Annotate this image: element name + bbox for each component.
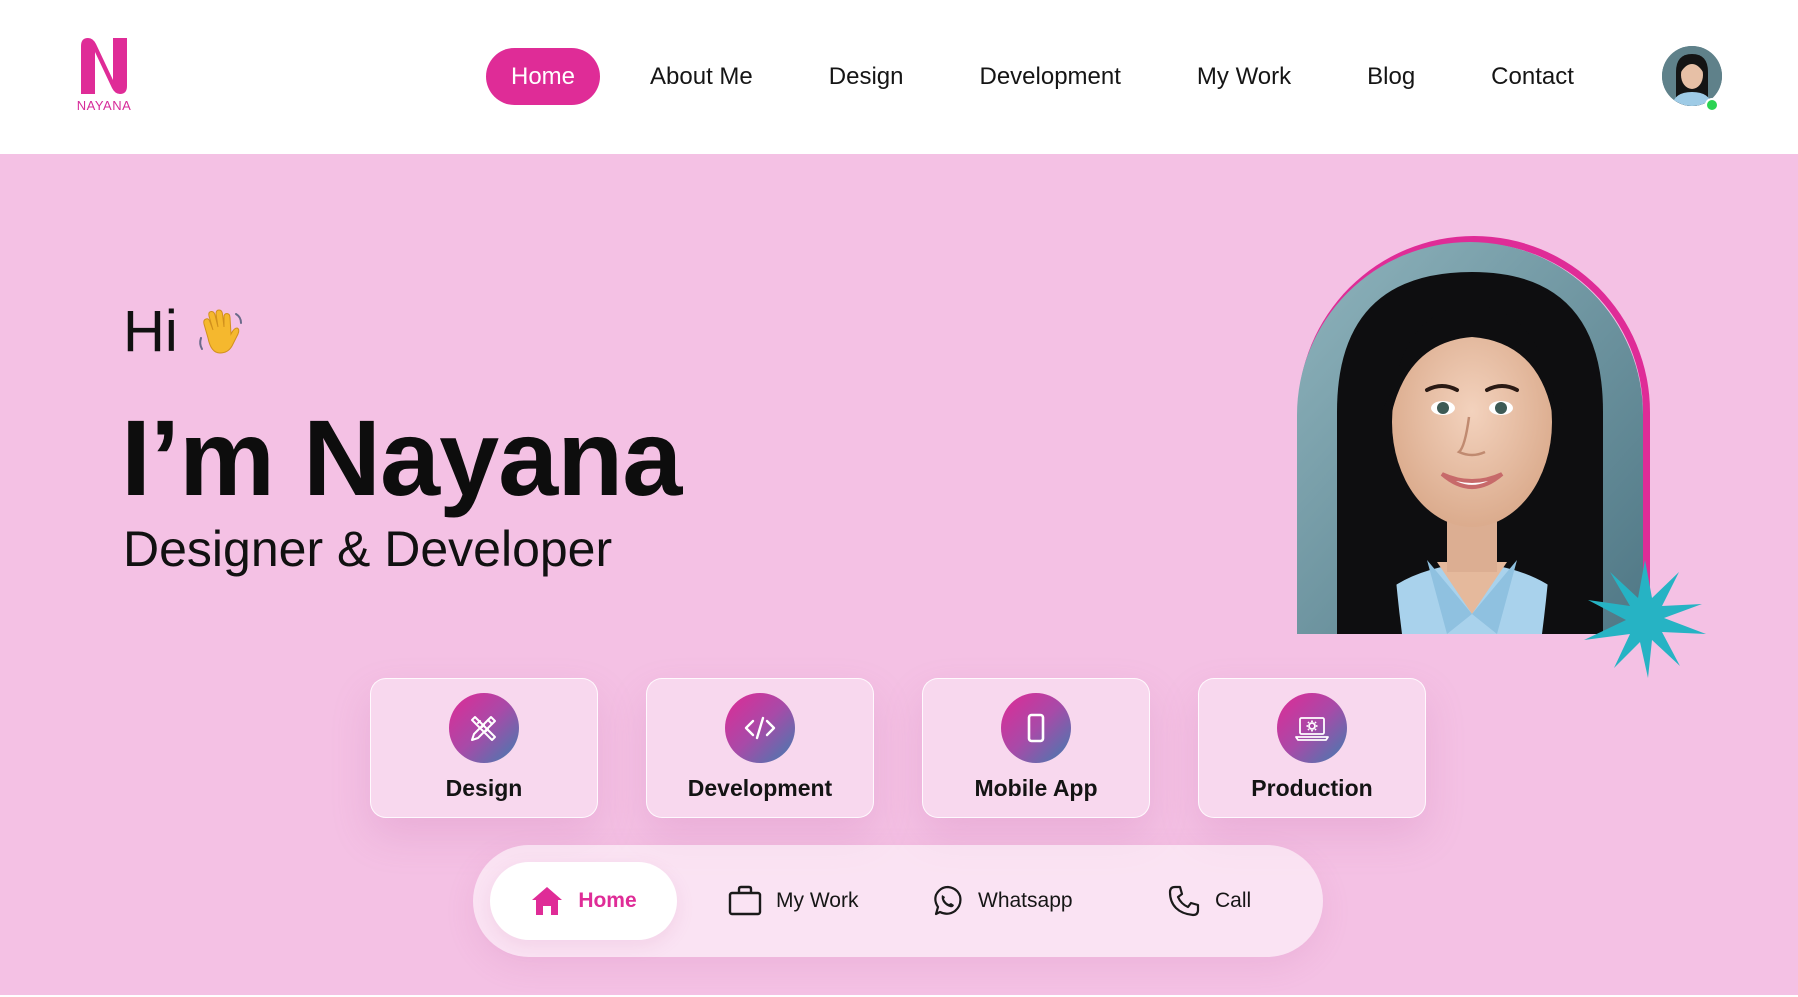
avatar-portrait <box>1662 46 1722 106</box>
dock-home-label: Home <box>578 889 637 912</box>
pencil-ruler-icon <box>449 693 519 763</box>
laptop-gear-icon <box>1277 693 1347 763</box>
bottom-dock: Home My Work Whatsapp Call <box>473 845 1323 957</box>
logo-n-icon <box>81 38 127 94</box>
home-icon <box>532 887 563 915</box>
service-card-label: Mobile App <box>974 775 1098 801</box>
logo[interactable]: NAYANA <box>74 36 134 113</box>
avatar[interactable] <box>1662 46 1722 106</box>
logo-text: NAYANA <box>76 98 132 113</box>
service-card-development[interactable]: Development <box>646 678 874 818</box>
dock-my-work[interactable]: My Work <box>728 862 858 940</box>
service-card-mobile-app[interactable]: Mobile App <box>922 678 1150 818</box>
service-card-label: Production <box>1251 775 1373 801</box>
services-cards: Design Development Mobile App Production <box>370 678 1426 818</box>
dock-my-work-label: My Work <box>776 889 859 912</box>
dock-whatsapp-label: Whatsapp <box>978 889 1073 912</box>
whatsapp-icon <box>934 885 962 916</box>
dock-home[interactable]: Home <box>490 862 677 940</box>
service-card-label: Development <box>687 775 833 801</box>
hero-role: Designer & Developer <box>123 521 613 577</box>
nav-development[interactable]: Development <box>954 48 1145 105</box>
dock-whatsapp[interactable]: Whatsapp <box>930 862 1073 940</box>
service-card-label: Design <box>445 775 523 801</box>
code-icon <box>725 693 795 763</box>
starburst-decoration <box>1584 560 1706 678</box>
nav-home[interactable]: Home <box>486 48 601 105</box>
main-nav: Home About Me Design Development My Work… <box>486 48 1599 105</box>
service-card-production[interactable]: Production <box>1198 678 1426 818</box>
greeting-text: Hi <box>123 299 178 364</box>
top-navigation-bar: NAYANA Home About Me Design Development … <box>0 0 1798 154</box>
hero-name: I’m Nayana <box>121 397 682 518</box>
nav-design[interactable]: Design <box>804 48 929 105</box>
phone-call-icon <box>1168 885 1200 917</box>
online-status-dot <box>1705 98 1719 112</box>
dock-call-label: Call <box>1215 889 1252 912</box>
dock-call[interactable]: Call <box>1167 862 1251 940</box>
service-card-design[interactable]: Design <box>370 678 598 818</box>
nav-my-work[interactable]: My Work <box>1172 48 1316 105</box>
greeting: Hi <box>123 298 244 365</box>
briefcase-icon <box>728 885 762 916</box>
nav-contact[interactable]: Contact <box>1466 48 1599 105</box>
waving-hand-icon <box>198 308 242 354</box>
phone-icon <box>1001 693 1071 763</box>
nav-about-me[interactable]: About Me <box>625 48 778 105</box>
nav-blog[interactable]: Blog <box>1342 48 1440 105</box>
